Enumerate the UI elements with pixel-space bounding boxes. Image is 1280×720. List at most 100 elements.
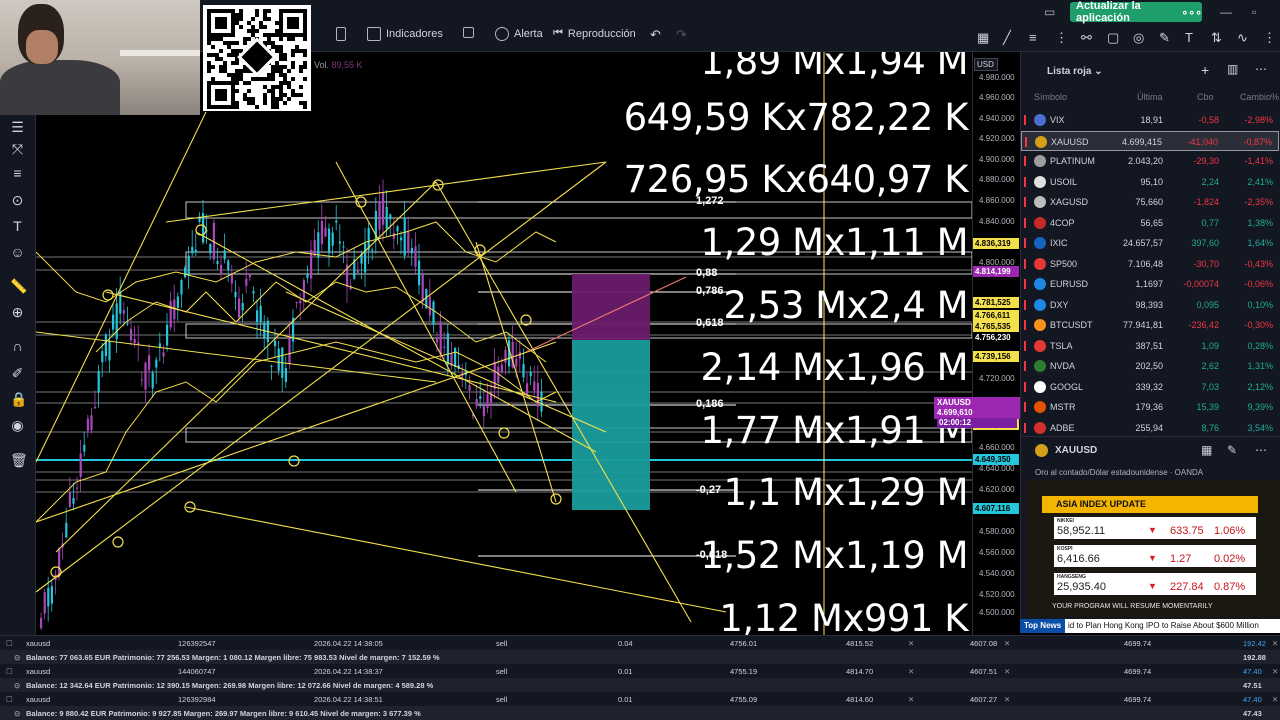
close-trade-icon[interactable]: ✕ xyxy=(1004,695,1010,704)
details-more-icon[interactable]: ⋯ xyxy=(1255,443,1267,457)
trendline xyxy=(36,331,437,383)
col-symbol[interactable]: Símbolo xyxy=(1034,92,1067,102)
fib-level-label: 1,272 xyxy=(696,195,724,207)
close-trade-icon[interactable]: ✕ xyxy=(908,695,914,704)
trade-checkbox-icon[interactable]: ☐ xyxy=(6,667,13,676)
watchlist-row[interactable]: PLATINUM 2.043,20 -29,30 -1,41% xyxy=(1021,151,1279,171)
pattern-wave-icon[interactable]: ∿ xyxy=(1237,30,1248,46)
trash-icon[interactable]: 🗑 xyxy=(10,453,28,467)
col-change-pct[interactable]: Cambio% xyxy=(1240,92,1279,102)
close-trade-icon[interactable]: ✕ xyxy=(908,667,914,676)
price-scale[interactable]: 4.980.000 4.960.000 4.940.000 4.920.000 4.90… xyxy=(972,52,1020,635)
bar-style-button[interactable] xyxy=(336,27,346,41)
row-last: 56,65 xyxy=(1140,217,1163,228)
watchlist-row[interactable]: DXY 98,393 0,095 0,10% xyxy=(1021,295,1279,315)
rectangle-icon[interactable]: ▢ xyxy=(1107,30,1119,46)
grid-view-icon[interactable]: ▦ xyxy=(1201,443,1212,457)
eye-icon[interactable]: ◉ xyxy=(10,418,25,432)
qr-module xyxy=(283,53,287,57)
watchlist-row[interactable]: XAUUSD 4.699,415 -41,040 -0,87% xyxy=(1021,130,1279,151)
trade-row[interactable]: xauusd 126392547 2026.04.22 14:38:05 sell 0.… xyxy=(0,636,1280,650)
candle-body xyxy=(522,363,525,378)
qr-module xyxy=(215,21,219,25)
fib-icon[interactable]: ≡ xyxy=(1029,30,1037,45)
volume-ratio-label: 1,1 Mx1,29 M xyxy=(723,471,969,514)
watchlist-row[interactable]: 4COP 56,65 0,77 1,38% xyxy=(1021,213,1279,233)
screen-icon[interactable]: ▭ xyxy=(1044,5,1055,19)
currency-badge[interactable]: USD xyxy=(974,58,998,71)
undo-button[interactable]: ↶ xyxy=(650,27,661,43)
redo-button[interactable]: ↷ xyxy=(676,27,687,43)
channel-icon[interactable]: ⋮ xyxy=(1055,30,1068,46)
trade-row[interactable]: xauusd 126392984 2026.04.22 14:38:51 sell 0.… xyxy=(0,692,1280,706)
text-tool-icon[interactable]: T xyxy=(10,219,25,233)
trade-row[interactable]: xauusd 144060747 2026.04.22 14:38:37 sell 0.… xyxy=(0,664,1280,678)
emoji-icon[interactable]: ☺ xyxy=(10,245,25,259)
minimize-button[interactable]: — xyxy=(1220,5,1232,19)
watchlist-row[interactable]: ADBE 255,94 8,76 3,54% xyxy=(1021,418,1279,438)
close-trade-icon[interactable]: ✕ xyxy=(1272,695,1278,704)
more-tools-icon[interactable]: ⋮ xyxy=(1263,30,1276,46)
update-app-button[interactable]: Actualizar la aplicación ∘∘∘ xyxy=(1070,0,1202,24)
maximize-button[interactable]: ▫ xyxy=(1252,5,1256,19)
zoom-icon[interactable]: ⊕ xyxy=(10,305,25,319)
pattern-icon[interactable]: ▦ xyxy=(977,30,989,46)
close-trade-icon[interactable]: ✕ xyxy=(908,639,914,648)
watchlist-row[interactable]: NVDA 202,50 2,62 1,31% xyxy=(1021,356,1279,376)
shapes-icon[interactable]: ⚯ xyxy=(1081,30,1092,46)
col-last[interactable]: Última xyxy=(1137,92,1163,102)
watchlist-row[interactable]: BTCUSDT 77.941,81 -236,42 -0,30% xyxy=(1021,315,1279,335)
col-change[interactable]: Cbo xyxy=(1197,92,1214,102)
more-menu-icon[interactable]: ⋯ xyxy=(1255,62,1267,76)
text-icon[interactable]: T xyxy=(1185,30,1193,45)
watchlist-row[interactable]: VIX 18,91 -0,58 -2,98% xyxy=(1021,110,1279,130)
watchlist-row[interactable]: USOIL 95,10 2,24 2,41% xyxy=(1021,172,1279,192)
ruler-icon[interactable]: 📏 xyxy=(10,279,27,293)
watchlist-row[interactable]: MSTR 179,36 15,39 9,39% xyxy=(1021,397,1279,417)
layout-icon[interactable]: ▥ xyxy=(1227,62,1238,76)
row-symbol: ADBE xyxy=(1050,422,1075,433)
qr-module xyxy=(207,81,211,85)
watchlist-title[interactable]: Lista roja ⌄ xyxy=(1047,66,1103,77)
qr-module xyxy=(263,85,267,89)
row-last: 24.657,57 xyxy=(1122,238,1163,248)
qr-module xyxy=(219,97,223,101)
watchlist-row[interactable]: IXIC 24.657,57 397,60 1,64% xyxy=(1021,233,1279,253)
candle-body xyxy=(248,273,251,278)
watchlist-row[interactable]: XAGUSD 75,660 -1,824 -2,35% xyxy=(1021,192,1279,212)
details-symbol[interactable]: XAUUSD xyxy=(1055,445,1097,456)
circle-icon[interactable]: ◎ xyxy=(1133,30,1144,46)
row-last: 7.106,48 xyxy=(1127,258,1163,269)
candle-body xyxy=(90,415,93,431)
close-trade-icon[interactable]: ✕ xyxy=(1272,667,1278,676)
watchlist-row[interactable]: EURUSD 1,1697 -0,00074 -0,06% xyxy=(1021,274,1279,294)
edit-icon[interactable]: ✎ xyxy=(1227,443,1237,457)
trade-checkbox-icon[interactable]: ☐ xyxy=(6,695,13,704)
alert-button[interactable]: Alerta xyxy=(495,27,543,41)
index-value: 58,952.11 xyxy=(1057,525,1106,537)
indicators-button[interactable]: Indicadores xyxy=(367,27,443,41)
add-symbol-icon[interactable]: + xyxy=(1201,62,1209,78)
trade-checkbox-icon[interactable]: ☐ xyxy=(6,639,13,648)
lock-icon[interactable]: 🔒 xyxy=(10,392,27,406)
close-trade-icon[interactable]: ✕ xyxy=(1272,639,1278,648)
magnet-icon[interactable]: ∩ xyxy=(10,339,25,353)
replay-button[interactable]: ⏮ Reproducción xyxy=(553,27,636,40)
chart-area[interactable]: 1,89 Mx1,94 M 649,59 Kx782,22 K 726,95 Kx6… xyxy=(36,52,972,635)
templates-button[interactable] xyxy=(463,27,474,38)
trendline-icon[interactable]: ╱ xyxy=(1003,30,1011,46)
fib-tool-icon[interactable]: ≡ xyxy=(10,166,25,180)
long-position-icon[interactable]: ⇅ xyxy=(1211,30,1222,46)
qr-module xyxy=(251,29,255,33)
lock-drawing-icon[interactable]: ✐ xyxy=(10,366,25,380)
watchlist-row[interactable]: GOOGL 339,32 7,03 2,12% xyxy=(1021,377,1279,397)
watchlist-row[interactable]: TSLA 387,51 1,09 0,28% xyxy=(1021,336,1279,356)
close-trade-icon[interactable]: ✕ xyxy=(1004,639,1010,648)
close-trade-icon[interactable]: ✕ xyxy=(1004,667,1010,676)
pattern-tool-icon[interactable]: ⊙ xyxy=(10,193,25,207)
qr-module xyxy=(295,17,299,21)
cursor-icon[interactable]: ☰ xyxy=(10,120,25,134)
brush-icon[interactable]: ✎ xyxy=(1159,30,1170,46)
watchlist-row[interactable]: SP500 7.106,48 -30,70 -0,43% xyxy=(1021,254,1279,274)
crosshair-icon[interactable]: ⤧ xyxy=(10,142,25,156)
